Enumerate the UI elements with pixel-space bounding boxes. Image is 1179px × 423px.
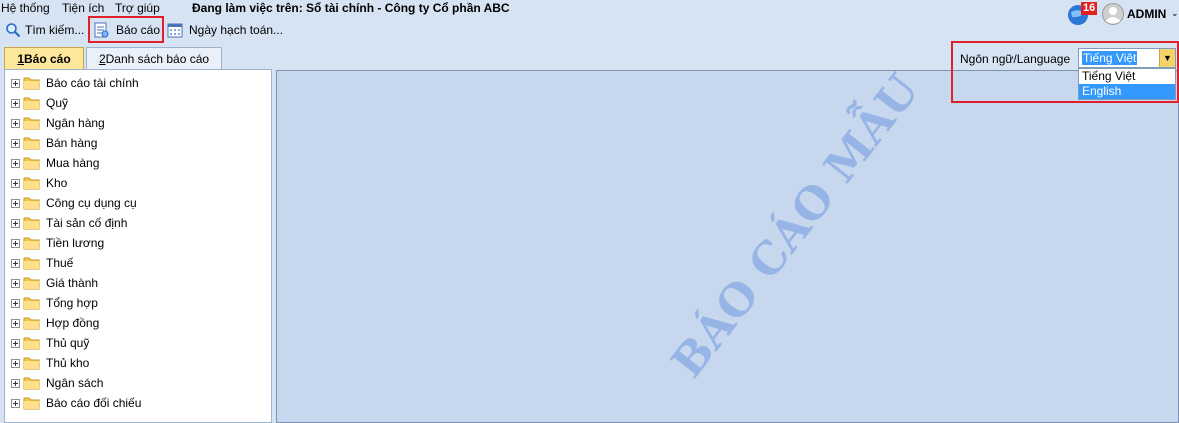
menu-tro-giup[interactable]: Trợ giúp [115,1,160,15]
tree-item-label: Tài sản cố định [46,216,128,230]
tree-item-label: Báo cáo đối chiếu [46,396,142,410]
language-highlight-box [951,41,1179,103]
report-tree: Báo cáo tài chính Quỹ Ngân hàng Bán hàng Mua… [4,69,272,423]
menu-bar: Hệ thống Tiện ích Trợ giúp Đang làm việc… [0,0,1179,17]
search-label: Tìm kiếm... [25,23,85,37]
tree-item[interactable]: Công cụ dụng cụ [11,193,137,213]
tree-item-label: Tổng hợp [46,296,98,310]
tree-item-label: Thủ quỹ [46,336,90,350]
expand-plus-icon[interactable] [11,278,20,288]
expand-plus-icon[interactable] [11,318,20,328]
expand-plus-icon[interactable] [11,238,20,248]
expand-plus-icon[interactable] [11,158,20,168]
tree-item-label: Bán hàng [46,136,98,150]
expand-plus-icon[interactable] [11,98,20,108]
user-area: 16 ADMIN ⌄ [1067,2,1179,26]
toolbar: Tìm kiếm... Báo cáo Ngày hạch toán... [0,17,1179,43]
tree-item[interactable]: Ngân hàng [11,113,105,133]
expand-plus-icon[interactable] [11,118,20,128]
tab-key: 2 [98,51,106,66]
tree-item-label: Quỹ [46,96,69,110]
tree-item-label: Thủ kho [46,356,90,370]
tree-item[interactable]: Báo cáo đối chiếu [11,393,141,413]
tree-item-label: Giá thành [46,276,99,290]
search-icon [6,23,21,38]
folder-icon [23,177,40,190]
folder-icon [23,157,40,170]
tab-bao-cao[interactable]: 1 Báo cáo [4,47,84,69]
folder-icon [23,277,40,290]
expand-plus-icon[interactable] [11,198,20,208]
tab-key: 1 [17,51,24,66]
user-name[interactable]: ADMIN [1127,7,1166,21]
tab-label: Danh sách báo cáo [105,51,210,66]
folder-icon [23,357,40,370]
calendar-icon [167,23,183,38]
folder-icon [23,377,40,390]
expand-plus-icon[interactable] [11,138,20,148]
tree-item[interactable]: Tiền lương [11,233,104,253]
expand-plus-icon[interactable] [11,178,20,188]
menu-tien-ich[interactable]: Tiện ích [62,1,104,15]
tree-item-label: Thuế [46,256,74,270]
folder-icon [23,97,40,110]
tree-item[interactable]: Hợp đồng [11,313,99,333]
tree-item[interactable]: Thủ quỹ [11,333,89,353]
folder-icon [23,337,40,350]
folder-icon [23,237,40,250]
tree-item[interactable]: Ngân sách [11,373,103,393]
tree-item-label: Ngân sách [46,376,104,390]
folder-icon [23,317,40,330]
folder-icon [23,117,40,130]
tree-item[interactable]: Quỹ [11,93,68,113]
expand-plus-icon[interactable] [11,78,20,88]
posting-date-button[interactable]: Ngày hạch toán... [167,20,283,40]
expand-plus-icon[interactable] [11,378,20,388]
tree-item-label: Kho [46,176,68,190]
report-highlight-box [88,16,164,43]
tree-item[interactable]: Mua hàng [11,153,99,173]
tree-item[interactable]: Thuế [11,253,73,273]
tree-item-label: Hợp đồng [46,316,100,330]
report-preview: BÁO CÁO MẪU [276,70,1179,423]
posting-date-label: Ngày hạch toán... [189,23,284,37]
search-button[interactable]: Tìm kiếm... [5,20,84,40]
expand-plus-icon[interactable] [11,358,20,368]
expand-plus-icon[interactable] [11,258,20,268]
working-context: Đang làm việc trên: Sổ tài chính - Công … [192,1,510,15]
tab-danh-sach-bao-cao[interactable]: 2 Danh sách báo cáo [86,47,222,69]
folder-icon [23,197,40,210]
tree-item[interactable]: Tổng hợp [11,293,98,313]
expand-plus-icon[interactable] [11,218,20,228]
tree-item[interactable]: Bán hàng [11,133,97,153]
tree-item[interactable]: Giá thành [11,273,98,293]
tree-item[interactable]: Thủ kho [11,353,89,373]
tree-item[interactable]: Báo cáo tài chính [11,73,139,93]
folder-icon [23,297,40,310]
expand-plus-icon[interactable] [11,338,20,348]
folder-icon [23,397,40,410]
expand-plus-icon[interactable] [11,398,20,408]
notification-badge: 16 [1081,2,1098,15]
tree-item-label: Mua hàng [46,156,100,170]
folder-icon [23,217,40,230]
avatar-icon [1102,3,1124,25]
tree-item-label: Tiền lương [46,236,105,250]
tree-item[interactable]: Kho [11,173,67,193]
folder-icon [23,257,40,270]
folder-icon [23,137,40,150]
expand-plus-icon[interactable] [11,298,20,308]
folder-icon [23,77,40,90]
tree-item[interactable]: Tài sản cố định [11,213,127,233]
watermark-text: BÁO CÁO MẪU [662,70,930,388]
tab-label: Báo cáo [24,51,71,66]
tree-item-label: Báo cáo tài chính [46,76,139,90]
tree-item-label: Ngân hàng [46,116,105,130]
tree-item-label: Công cụ dụng cụ [46,196,137,210]
menu-he-thong[interactable]: Hệ thống [1,1,50,15]
chevron-down-icon[interactable]: ⌄ [1171,8,1179,19]
